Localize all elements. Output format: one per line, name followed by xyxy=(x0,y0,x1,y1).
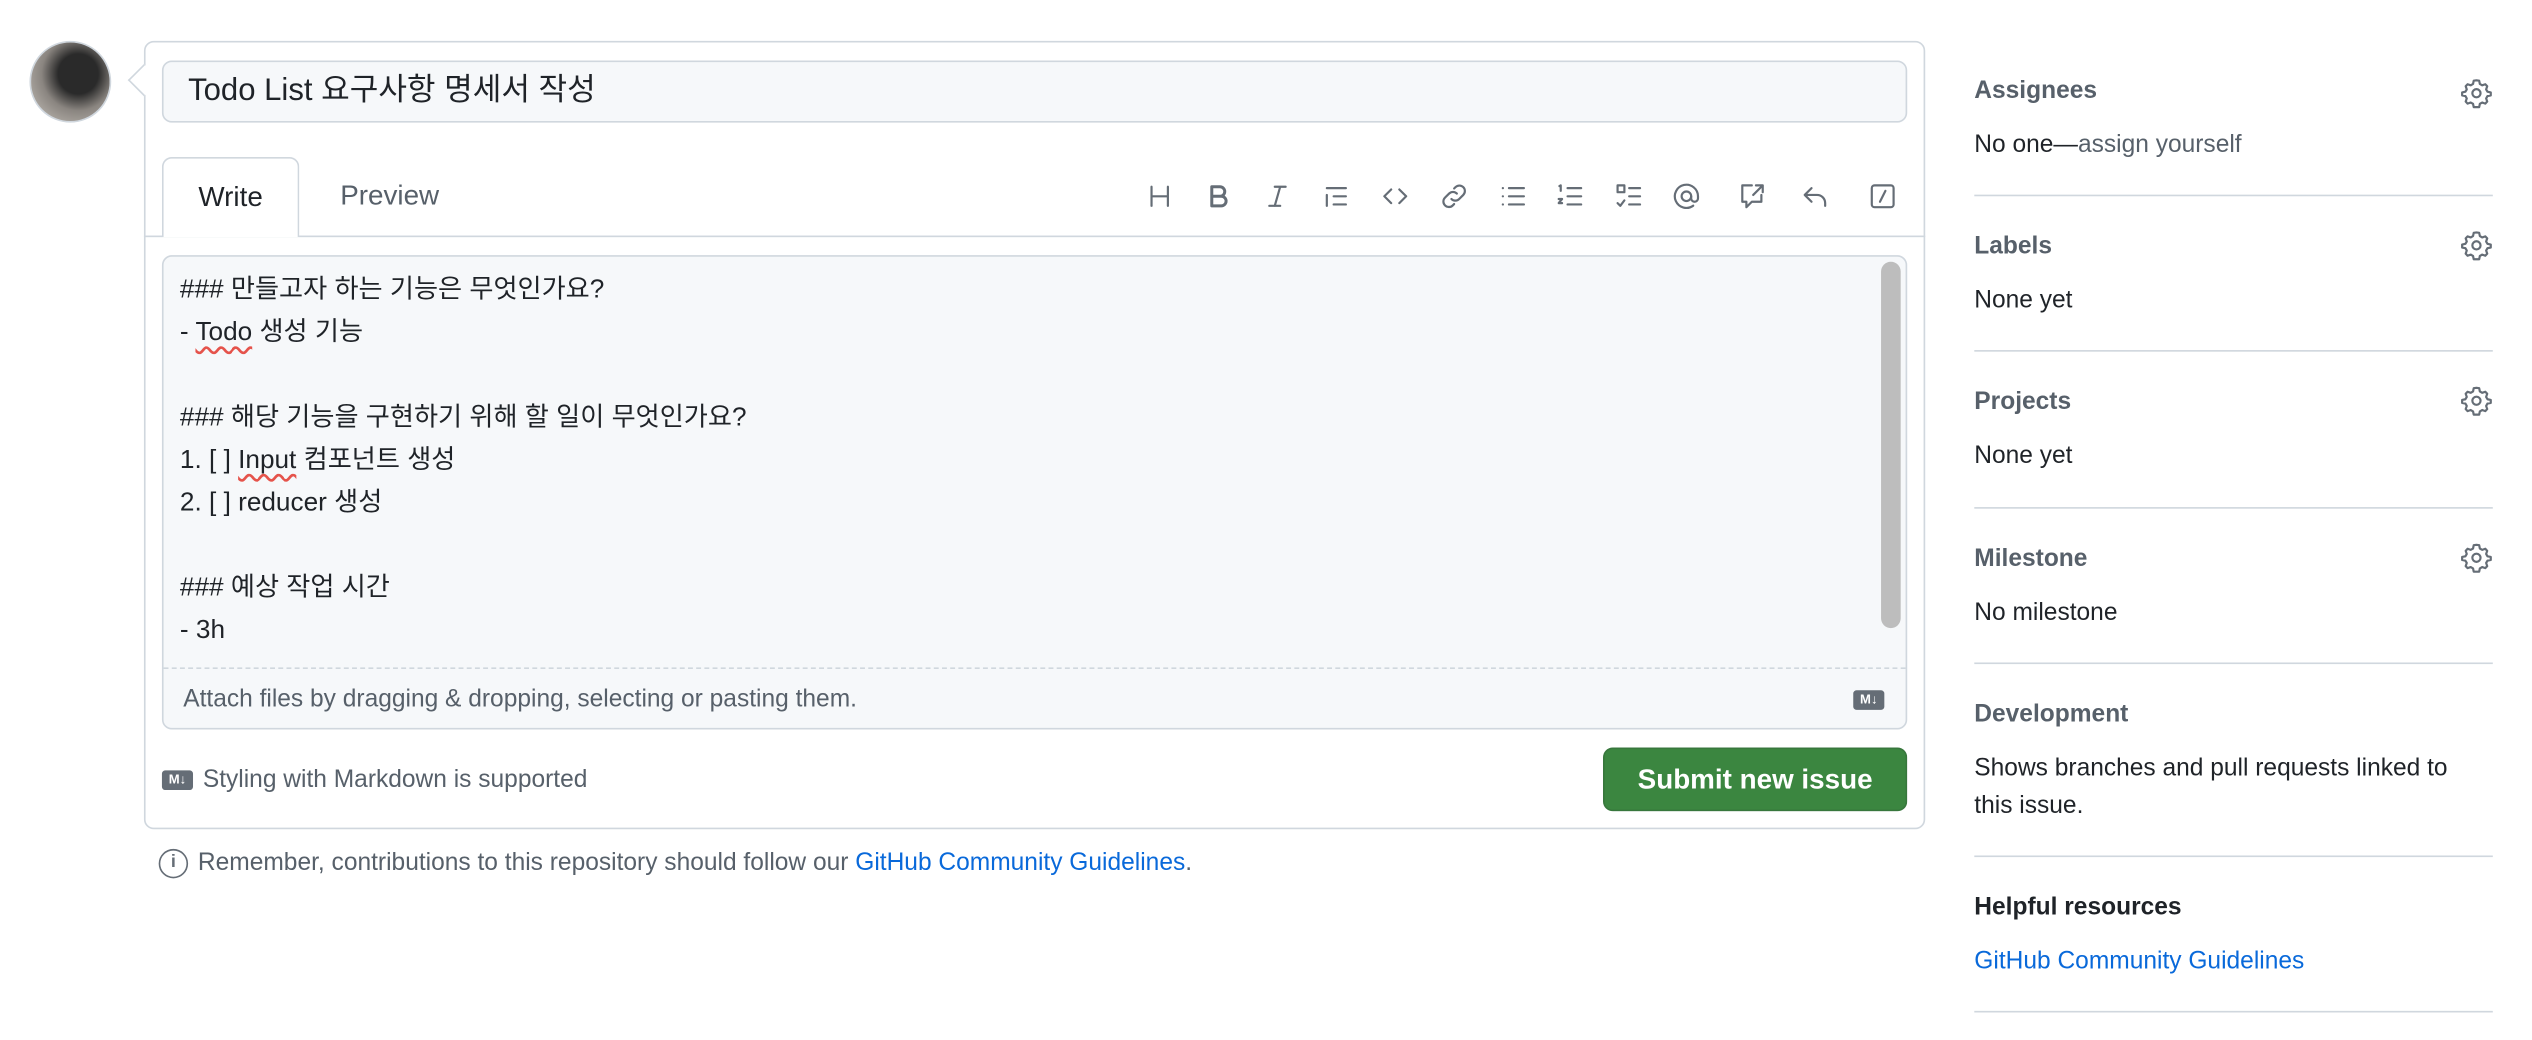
sidebar-divider xyxy=(1974,350,2493,352)
development-heading: Development xyxy=(1974,700,2129,728)
milestone-value: No milestone xyxy=(1974,598,2118,627)
gear-icon xyxy=(2461,79,2492,109)
sidebar-divider xyxy=(1974,194,2493,197)
labels-value: None yet xyxy=(1974,286,2073,315)
development-value: Shows branches and pull requests linked … xyxy=(1974,754,2448,820)
mention-icon xyxy=(1673,183,1700,209)
helpful-resources-heading: Helpful resources xyxy=(1974,893,2182,921)
saved-replies-button[interactable] xyxy=(1796,177,1835,216)
projects-settings-button[interactable] xyxy=(2460,384,2493,417)
body-line: ### 예상 작업 시간 xyxy=(179,574,390,602)
sidebar-divider xyxy=(1974,662,2493,665)
slash-commands-icon xyxy=(1870,184,1895,209)
attach-divider xyxy=(163,667,1906,670)
body-line: ### 해당 기능을 구현하기 위해 할 일이 무엇인가요? xyxy=(179,404,747,432)
assign-yourself-link[interactable]: assign yourself xyxy=(2078,131,2242,159)
saved-replies-icon xyxy=(1803,187,1827,207)
task-list-icon xyxy=(1616,184,1642,207)
contribution-note: i Remember, contributions to this reposi… xyxy=(158,847,1193,880)
labels-heading[interactable]: Labels xyxy=(1974,232,2052,260)
assignees-none: No one— xyxy=(1974,130,2078,159)
issue-body-text[interactable]: ### 만들고자 하는 기능은 무엇인가요? - Todo 생성 기능 ### 해… xyxy=(180,270,747,653)
textarea-scrollbar[interactable] xyxy=(1881,261,1901,629)
note-suffix: . xyxy=(1185,848,1193,877)
sidebar-divider xyxy=(1974,507,2493,509)
milestone-heading[interactable]: Milestone xyxy=(1974,545,2087,573)
task-list-button[interactable] xyxy=(1610,177,1649,216)
submit-new-issue-button[interactable]: Submit new issue xyxy=(1602,747,1908,812)
community-guidelines-link[interactable]: GitHub Community Guidelines xyxy=(855,849,1185,877)
markdown-support-note[interactable]: M↓ Styling with Markdown is supported xyxy=(161,764,588,797)
body-line: 2. [ ] reducer 생성 xyxy=(179,489,383,517)
tab-write[interactable]: Write xyxy=(161,157,300,238)
italic-button[interactable] xyxy=(1258,177,1297,216)
sidebar-divider xyxy=(1974,1010,2493,1013)
body-line xyxy=(180,355,747,398)
mention-button[interactable] xyxy=(1667,177,1706,216)
code-button[interactable] xyxy=(1376,177,1415,216)
gear-icon xyxy=(2461,386,2492,416)
projects-value: None yet xyxy=(1974,441,2073,470)
bold-button[interactable] xyxy=(1199,177,1238,216)
unordered-list-button[interactable] xyxy=(1493,177,1532,216)
assignees-value: No one—assign yourself xyxy=(1974,126,2497,164)
link-button[interactable] xyxy=(1435,177,1474,216)
cross-reference-icon xyxy=(1741,184,1764,209)
link-icon xyxy=(1442,184,1466,209)
gear-icon xyxy=(2461,231,2492,261)
body-line: - 3h xyxy=(179,616,226,645)
body-line: 1. [ ] Input 컴포넌트 생성 xyxy=(179,446,456,475)
projects-heading[interactable]: Projects xyxy=(1974,388,2071,416)
markdown-icon: M↓ xyxy=(161,770,194,791)
heading-button[interactable] xyxy=(1140,177,1179,216)
quote-button[interactable] xyxy=(1317,177,1356,216)
info-icon: i xyxy=(158,848,189,879)
slash-commands-button[interactable] xyxy=(1863,177,1902,216)
markdown-icon: M↓ xyxy=(1853,690,1885,710)
code-icon xyxy=(1383,188,1408,205)
italic-icon xyxy=(1268,185,1287,207)
markdown-support-text: Styling with Markdown is supported xyxy=(202,765,588,794)
community-guidelines-sidebar-link[interactable]: GitHub Community Guidelines xyxy=(1974,942,2497,980)
body-line: ### 만들고자 하는 기능은 무엇인가요? xyxy=(179,276,605,305)
note-text: Remember, contributions to this reposito… xyxy=(197,848,856,877)
avatar[interactable] xyxy=(29,40,112,123)
quote-icon xyxy=(1325,187,1347,207)
unordered-list-icon xyxy=(1501,187,1526,206)
cross-reference-button[interactable] xyxy=(1732,177,1771,216)
ordered-list-icon xyxy=(1557,184,1583,206)
ordered-list-button[interactable] xyxy=(1551,177,1590,216)
gear-icon xyxy=(2461,543,2492,573)
heading-icon xyxy=(1150,185,1169,207)
milestone-settings-button[interactable] xyxy=(2460,541,2493,574)
tab-preview[interactable]: Preview xyxy=(340,157,439,237)
labels-settings-button[interactable] xyxy=(2460,229,2493,262)
attach-files-hint[interactable]: Attach files by dragging & dropping, sel… xyxy=(183,684,857,717)
issue-title-input[interactable]: Todo List 요구사항 명세서 작성 xyxy=(161,60,1908,123)
sidebar-divider xyxy=(1974,855,2493,858)
body-line: - Todo 생성 기능 xyxy=(179,318,364,347)
bold-icon xyxy=(1210,185,1228,208)
assignees-settings-button[interactable] xyxy=(2460,77,2493,110)
assignees-heading[interactable]: Assignees xyxy=(1974,77,2097,105)
body-line xyxy=(180,525,747,568)
